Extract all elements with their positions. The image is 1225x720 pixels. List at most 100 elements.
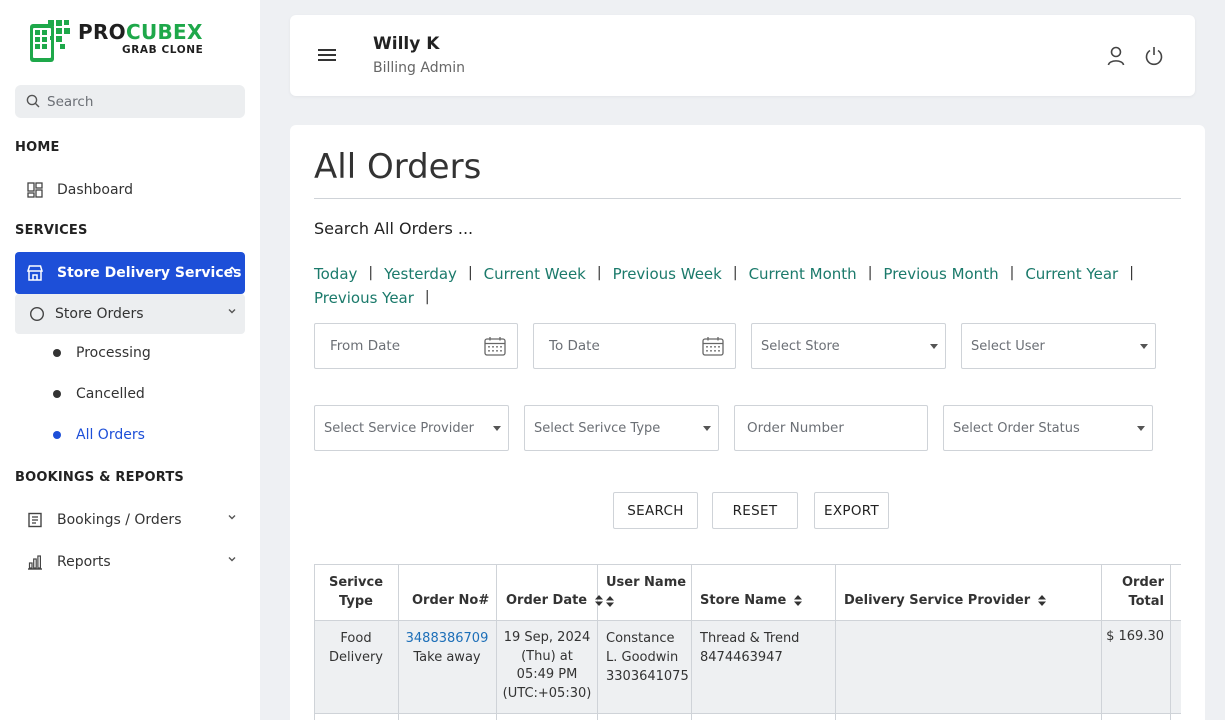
chevron-up-icon	[228, 266, 236, 272]
section-home: HOME	[15, 140, 60, 155]
sidebar-item-all-orders[interactable]: All Orders	[53, 427, 145, 443]
search-button[interactable]: SEARCH	[613, 492, 698, 529]
cell-order-date: 19 Sep, 2024 (Thu) at 05:49 PM (UTC:+05:…	[502, 630, 592, 701]
filter-current-week[interactable]: Current Week	[484, 265, 586, 283]
order-number-input[interactable]: Order Number	[734, 405, 928, 451]
page-title: All Orders	[314, 147, 482, 187]
order-number-link[interactable]: 3488386709	[406, 631, 489, 646]
caret-down-icon	[703, 426, 711, 431]
from-date-field[interactable]: From Date	[314, 323, 518, 369]
filter-previous-year[interactable]: Previous Year	[314, 289, 414, 307]
column-divider	[1170, 565, 1171, 720]
column-header-order-no[interactable]: Order No#	[412, 593, 489, 608]
dashboard-icon	[25, 180, 45, 200]
circle-icon	[27, 304, 47, 324]
sort-icon[interactable]	[1037, 595, 1046, 606]
separator: |	[596, 265, 602, 281]
power-logout-icon[interactable]	[1144, 45, 1164, 67]
separator: |	[732, 265, 738, 281]
brand-logo[interactable]: PROCUBEX GRAB CLONE	[24, 14, 214, 70]
sidebar-item-label: Reports	[57, 554, 111, 570]
orders-table: Serivce Type Order No# Order Date User N…	[314, 564, 1181, 720]
select-store-value: Select Store	[761, 338, 840, 354]
select-user-value: Select User	[971, 338, 1045, 354]
sidebar-item-processing[interactable]: Processing	[53, 345, 151, 361]
quick-date-filters: Today | Yesterday | Current Week | Previous We…	[314, 263, 1184, 311]
column-header-user-name[interactable]: User Name	[606, 573, 688, 611]
header-user-role: Billing Admin	[373, 60, 465, 76]
sidebar-item-cancelled[interactable]: Cancelled	[53, 386, 145, 402]
to-date-field[interactable]: To Date	[533, 323, 736, 369]
sort-icon[interactable]	[606, 596, 614, 607]
column-divider	[835, 565, 836, 720]
user-phone: 3303641075	[606, 669, 689, 684]
calendar-icon[interactable]	[484, 336, 506, 356]
column-divider	[1101, 565, 1102, 720]
sidebar-item-store-delivery[interactable]: Store Delivery Services	[15, 252, 245, 294]
from-date-placeholder: From Date	[330, 338, 401, 354]
column-divider	[597, 565, 598, 720]
sort-icon[interactable]	[594, 595, 603, 606]
sidebar-item-store-orders[interactable]: Store Orders	[15, 294, 245, 334]
column-header-service-type[interactable]: Serivce Type	[322, 573, 390, 611]
select-service-type-value: Select Serivce Type	[534, 420, 661, 436]
column-divider	[691, 565, 692, 720]
column-header-delivery-provider[interactable]: Delivery Service Provider	[844, 593, 1046, 608]
filter-current-year[interactable]: Current Year	[1025, 265, 1118, 283]
filter-current-month[interactable]: Current Month	[749, 265, 857, 283]
filter-previous-week[interactable]: Previous Week	[613, 265, 722, 283]
select-order-status-value: Select Order Status	[953, 420, 1080, 436]
search-section-label: Search All Orders ...	[314, 219, 474, 238]
caret-down-icon	[1140, 344, 1148, 349]
separator: |	[1129, 265, 1134, 281]
column-divider	[314, 565, 315, 720]
hamburger-menu-icon[interactable]	[318, 49, 336, 61]
calendar-icon[interactable]	[702, 336, 724, 356]
reset-button[interactable]: RESET	[712, 492, 798, 529]
caret-down-icon	[930, 344, 938, 349]
select-service-provider-value: Select Service Provider	[324, 420, 474, 436]
sidebar-item-dashboard[interactable]: Dashboard	[15, 170, 245, 210]
separator: |	[467, 265, 473, 281]
caret-down-icon	[493, 426, 501, 431]
search-input[interactable]	[47, 85, 237, 118]
header-user-name: Willy K	[373, 34, 440, 54]
select-service-provider-dropdown[interactable]: Select Service Provider	[314, 405, 509, 451]
title-divider	[314, 198, 1181, 199]
select-user-dropdown[interactable]: Select User	[961, 323, 1156, 369]
filter-today[interactable]: Today	[314, 265, 357, 283]
sidebar-item-label: Bookings / Orders	[57, 512, 182, 528]
order-number-placeholder: Order Number	[747, 420, 844, 436]
column-header-order-date[interactable]: Order Date	[506, 593, 603, 608]
column-divider	[398, 565, 399, 720]
sidebar-search[interactable]	[15, 85, 245, 118]
sidebar-item-label: Store Orders	[55, 306, 144, 322]
export-button[interactable]: EXPORT	[814, 492, 889, 529]
chevron-down-icon	[228, 515, 236, 520]
select-store-dropdown[interactable]: Select Store	[751, 323, 946, 369]
chevron-down-icon	[228, 309, 236, 314]
chevron-down-icon	[228, 557, 236, 562]
user-name: Constance L. Goodwin	[606, 631, 679, 665]
section-services: SERVICES	[15, 223, 88, 238]
bullet-icon	[53, 349, 61, 357]
cell-user-name: Constance L. Goodwin 3303641075	[606, 629, 689, 686]
column-header-store-name[interactable]: Store Name	[700, 593, 802, 608]
user-profile-icon[interactable]	[1106, 45, 1126, 67]
sidebar-item-reports[interactable]: Reports	[15, 542, 245, 582]
sidebar-item-label: Cancelled	[76, 386, 145, 402]
sort-icon[interactable]	[793, 595, 802, 606]
sidebar: PROCUBEX GRAB CLONE HOME Dashboard SERVI…	[0, 0, 260, 720]
column-header-order-total[interactable]: Order Total	[1114, 573, 1164, 611]
header-label: Delivery Service Provider	[844, 593, 1031, 608]
orders-card: All Orders Search All Orders ... Today | Y…	[290, 125, 1205, 720]
filter-yesterday[interactable]: Yesterday	[384, 265, 457, 283]
document-icon	[25, 510, 45, 530]
select-service-type-dropdown[interactable]: Select Serivce Type	[524, 405, 719, 451]
cell-store-name: Thread & Trend 8474463947	[700, 629, 830, 667]
sidebar-item-bookings[interactable]: Bookings / Orders	[15, 500, 245, 540]
select-order-status-dropdown[interactable]: Select Order Status	[943, 405, 1153, 451]
bar-chart-icon	[25, 552, 45, 572]
filter-previous-month[interactable]: Previous Month	[883, 265, 998, 283]
sidebar-item-label: Processing	[76, 345, 151, 361]
